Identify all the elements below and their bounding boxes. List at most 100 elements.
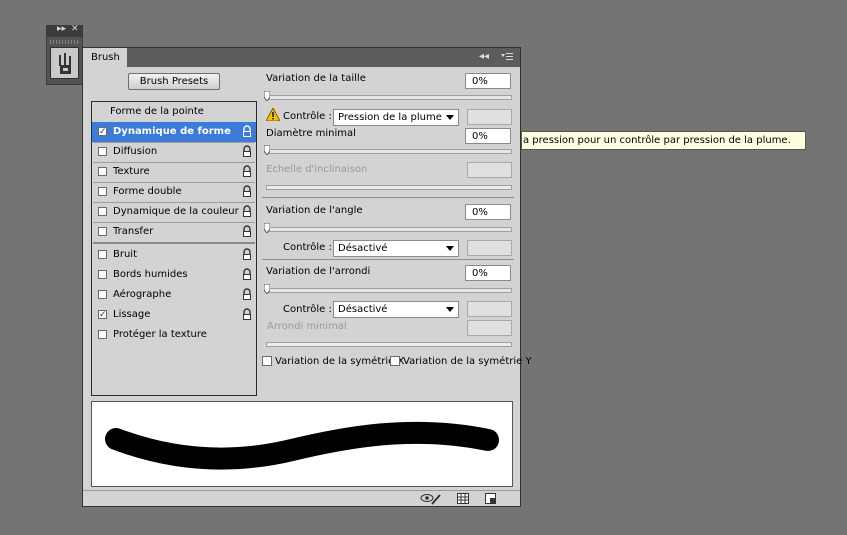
checkbox[interactable] bbox=[98, 207, 107, 216]
angle-control-select[interactable]: Désactivé bbox=[333, 240, 459, 257]
angle-jitter-field[interactable]: 0% bbox=[465, 204, 511, 220]
list-item-label: Diffusion bbox=[113, 146, 158, 157]
warning-icon bbox=[265, 106, 281, 122]
chevron-down-icon bbox=[446, 307, 454, 312]
min-diameter-field[interactable]: 0% bbox=[465, 128, 511, 144]
list-item-aerographe[interactable]: Aérographe bbox=[92, 285, 256, 305]
list-item-label: Dynamique de la couleur bbox=[113, 206, 239, 217]
list-item-label: Protéger la texture bbox=[113, 329, 207, 340]
checkbox[interactable]: ✓ bbox=[98, 310, 107, 320]
flip-x-checkbox[interactable] bbox=[262, 356, 272, 366]
tilt-scale-field bbox=[467, 162, 512, 178]
checkbox[interactable]: ✓ bbox=[98, 127, 107, 137]
slider-thumb[interactable] bbox=[263, 144, 271, 156]
list-item-dynamique-de-forme[interactable]: ✓ Dynamique de forme bbox=[92, 122, 256, 142]
tilt-scale-slider-track bbox=[266, 185, 512, 190]
list-item-label: Forme double bbox=[113, 186, 182, 197]
checkbox[interactable] bbox=[98, 167, 107, 176]
checkbox[interactable] bbox=[98, 147, 107, 156]
list-item-dynamique-couleur[interactable]: Dynamique de la couleur bbox=[92, 202, 256, 222]
brush-settings-list: Forme de la pointe ✓ Dynamique de forme … bbox=[91, 101, 257, 396]
list-item-label: Bruit bbox=[113, 249, 138, 260]
mini-dock-header: ▸▸ ✕ bbox=[47, 24, 82, 37]
panel-bottom-bar bbox=[83, 490, 520, 506]
brush-stroke-preview bbox=[91, 401, 513, 487]
angle-control-label: Contrôle : bbox=[283, 242, 332, 253]
size-control-label: Contrôle : bbox=[283, 111, 332, 122]
divider bbox=[93, 242, 255, 244]
brush-presets-icon[interactable] bbox=[50, 47, 79, 79]
lock-icon[interactable] bbox=[241, 165, 253, 178]
size-jitter-label: Variation de la taille bbox=[266, 73, 366, 84]
slider-thumb[interactable] bbox=[263, 222, 271, 234]
list-item-label: Lissage bbox=[113, 309, 151, 320]
roundness-control-field bbox=[467, 301, 512, 317]
chevron-down-icon bbox=[446, 115, 454, 120]
lock-icon[interactable] bbox=[241, 268, 253, 281]
list-item-bruit[interactable]: Bruit bbox=[92, 245, 256, 265]
size-jitter-field[interactable]: 0% bbox=[465, 73, 511, 89]
flip-y-checkbox[interactable] bbox=[390, 356, 400, 366]
angle-control-value: Désactivé bbox=[338, 243, 388, 254]
roundness-jitter-field[interactable]: 0% bbox=[465, 265, 511, 281]
close-icon[interactable]: ✕ bbox=[71, 24, 79, 34]
eye-brush-icon[interactable] bbox=[420, 492, 442, 505]
checkbox[interactable] bbox=[98, 187, 107, 196]
lock-icon[interactable] bbox=[241, 205, 253, 218]
mini-dock-panel: ▸▸ ✕ bbox=[46, 24, 83, 85]
angle-control-field bbox=[467, 240, 512, 256]
checkbox[interactable] bbox=[98, 270, 107, 279]
size-control-select[interactable]: Pression de la plume bbox=[333, 109, 459, 126]
roundness-jitter-slider-track[interactable] bbox=[266, 288, 512, 293]
divider bbox=[262, 197, 514, 198]
lock-icon[interactable] bbox=[241, 248, 253, 261]
tilt-scale-label: Echelle d'inclinaison bbox=[266, 164, 368, 175]
list-item-forme-double[interactable]: Forme double bbox=[92, 182, 256, 202]
min-diameter-label: Diamètre minimal bbox=[266, 128, 356, 139]
size-control-field bbox=[467, 109, 512, 125]
checkbox[interactable] bbox=[98, 290, 107, 299]
roundness-control-label: Contrôle : bbox=[283, 304, 332, 315]
lock-icon[interactable] bbox=[241, 125, 253, 138]
lock-icon[interactable] bbox=[241, 185, 253, 198]
list-item-diffusion[interactable]: Diffusion bbox=[92, 142, 256, 162]
list-item-texture[interactable]: Texture bbox=[92, 162, 256, 182]
chevron-down-icon bbox=[446, 246, 454, 251]
list-item-proteger-texture[interactable]: Protéger la texture bbox=[92, 325, 256, 345]
list-item-label: Bords humides bbox=[113, 269, 188, 280]
list-header[interactable]: Forme de la pointe bbox=[92, 102, 256, 122]
lock-icon[interactable] bbox=[241, 288, 253, 301]
list-item-bords-humides[interactable]: Bords humides bbox=[92, 265, 256, 285]
size-control-value: Pression de la plume bbox=[338, 112, 442, 123]
double-chevron-left-icon[interactable]: ◂◂ bbox=[479, 51, 489, 62]
brush-panel: Brush ◂◂ Brush Presets Forme de la point… bbox=[82, 47, 532, 507]
lock-icon[interactable] bbox=[241, 145, 253, 158]
checkbox[interactable] bbox=[98, 227, 107, 236]
flip-x-label: Variation de la symétrie X bbox=[275, 356, 405, 367]
slider-thumb[interactable] bbox=[263, 283, 271, 295]
grip-handle[interactable] bbox=[50, 40, 79, 44]
grid-icon[interactable] bbox=[457, 493, 469, 504]
roundness-control-select[interactable]: Désactivé bbox=[333, 301, 459, 318]
tab-brush[interactable]: Brush bbox=[83, 48, 127, 67]
list-item-transfer[interactable]: Transfer bbox=[92, 222, 256, 242]
new-preset-icon[interactable] bbox=[485, 493, 497, 504]
lock-icon[interactable] bbox=[241, 225, 253, 238]
roundness-jitter-label: Variation de l'arrondi bbox=[266, 266, 371, 277]
list-header-label: Forme de la pointe bbox=[110, 106, 204, 117]
min-roundness-field bbox=[467, 320, 512, 336]
list-item-label: Dynamique de forme bbox=[113, 126, 231, 137]
min-diameter-slider-track[interactable] bbox=[266, 149, 512, 154]
slider-thumb[interactable] bbox=[263, 90, 271, 102]
panel-menu-icon[interactable] bbox=[501, 52, 513, 62]
size-jitter-slider-track[interactable] bbox=[266, 95, 512, 100]
double-chevron-right-icon[interactable]: ▸▸ bbox=[57, 24, 66, 34]
list-item-lissage[interactable]: ✓ Lissage bbox=[92, 305, 256, 325]
checkbox[interactable] bbox=[98, 250, 107, 259]
angle-jitter-slider-track[interactable] bbox=[266, 227, 512, 232]
brush-presets-button[interactable]: Brush Presets bbox=[128, 73, 220, 90]
checkbox[interactable] bbox=[98, 330, 107, 339]
list-item-label: Transfer bbox=[113, 226, 154, 237]
lock-icon[interactable] bbox=[241, 308, 253, 321]
min-roundness-label: Arrondi minimal bbox=[267, 321, 347, 332]
